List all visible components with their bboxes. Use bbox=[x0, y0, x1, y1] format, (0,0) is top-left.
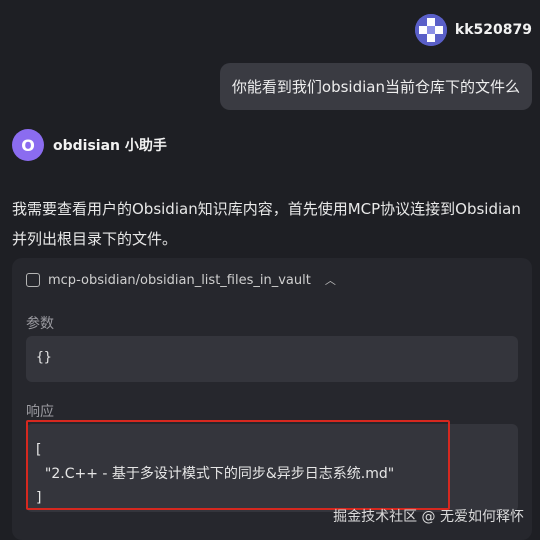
assistant-header: O obdisian 小助手 bbox=[12, 129, 167, 161]
assistant-name: obdisian 小助手 bbox=[53, 138, 167, 154]
tool-call-card: mcp-obsidian/obsidian_list_files_in_vaul… bbox=[12, 258, 532, 540]
params-label: 参数 bbox=[26, 316, 54, 332]
params-box: {} bbox=[26, 336, 518, 382]
response-line: [ bbox=[36, 442, 42, 458]
assistant-avatar: O bbox=[12, 129, 44, 161]
user-avatar-pattern-icon bbox=[414, 14, 447, 46]
user-name: kk520879 bbox=[454, 22, 532, 38]
user-message-bubble: 你能看到我们obsidian当前仓库下的文件么 bbox=[219, 63, 532, 110]
response-line: "2.C++ - 基于多设计模式下的同步&异步日志系统.md" bbox=[36, 466, 395, 482]
assistant-message-text: 我需要查看用户的Obsidian知识库内容，首先使用MCP协议连接到Obsidi… bbox=[12, 200, 521, 248]
watermark: 掘金技术社区 @ 无爱如何释怀 bbox=[333, 509, 524, 525]
tool-plug-icon bbox=[26, 273, 40, 287]
chat-page: kk520879 你能看到我们obsidian当前仓库下的文件么 O obdis… bbox=[0, 0, 540, 540]
tool-call-name: mcp-obsidian/obsidian_list_files_in_vaul… bbox=[48, 272, 311, 288]
response-label: 响应 bbox=[26, 404, 54, 420]
response-box: [ "2.C++ - 基于多设计模式下的同步&异步日志系统.md" ] bbox=[26, 424, 518, 512]
chevron-up-icon[interactable]: ︿ bbox=[325, 272, 336, 288]
user-avatar[interactable] bbox=[414, 14, 447, 46]
tool-call-header[interactable]: mcp-obsidian/obsidian_list_files_in_vaul… bbox=[26, 272, 336, 288]
user-header: kk520879 bbox=[414, 14, 532, 46]
